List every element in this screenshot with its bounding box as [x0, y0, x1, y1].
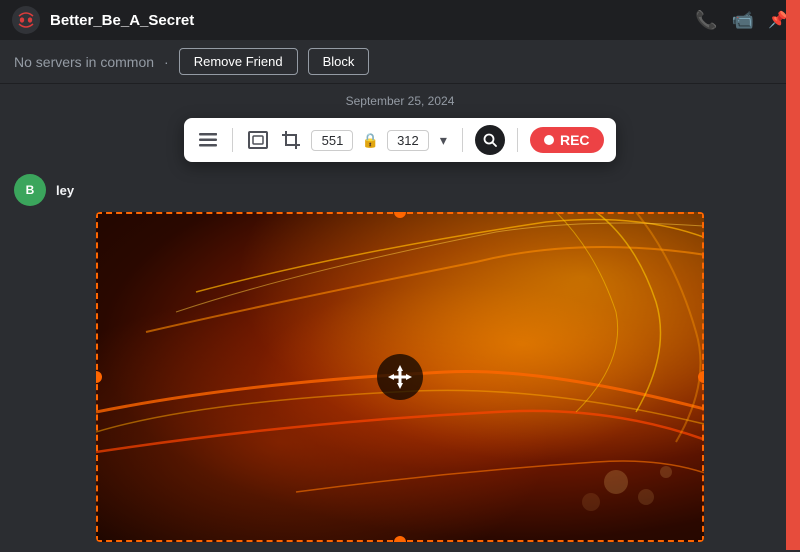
date-separator: September 25, 2024 — [0, 84, 800, 114]
search-button[interactable] — [475, 125, 505, 155]
capture-wrapper[interactable] — [96, 212, 704, 542]
frame-select-button[interactable] — [245, 129, 271, 151]
discord-logo-icon — [12, 6, 40, 34]
video-icon[interactable]: 📹 — [732, 10, 754, 31]
pin-icon[interactable]: 📌 — [768, 10, 788, 30]
capture-image — [96, 212, 704, 542]
phone-icon[interactable]: 📞 — [695, 10, 717, 31]
width-input-group — [311, 130, 353, 151]
title-bar: Better_Be_A_Secret 📞 📹 📌 — [0, 0, 800, 40]
chevron-down-button[interactable]: ▾ — [437, 130, 450, 151]
message-username: ley — [56, 183, 74, 198]
title-bar-actions: 📞 📹 📌 — [695, 10, 788, 31]
avatar: B — [14, 174, 46, 206]
right-sidebar-strip — [786, 0, 800, 550]
height-input[interactable] — [387, 130, 429, 151]
divider-2 — [462, 128, 463, 152]
screen-share-toolbar: 🔒 ▾ REC — [184, 118, 615, 162]
rec-button[interactable]: REC — [530, 127, 604, 153]
divider-3 — [517, 128, 518, 152]
title-bar-username: Better_Be_A_Secret — [50, 12, 685, 29]
date-text: September 25, 2024 — [346, 94, 455, 108]
width-input[interactable] — [311, 130, 353, 151]
rec-dot — [544, 135, 554, 145]
handle-bottom[interactable] — [394, 536, 406, 542]
crop-button[interactable] — [279, 129, 303, 151]
height-input-group — [387, 130, 429, 151]
remove-friend-button[interactable]: Remove Friend — [179, 48, 298, 75]
no-servers-label: No servers in common — [14, 54, 154, 70]
dot-separator: · — [164, 54, 169, 70]
toolbar-container: 🔒 ▾ REC — [0, 114, 800, 170]
lines-icon-button[interactable] — [196, 131, 220, 149]
avatar-row: B ley — [0, 170, 800, 212]
sub-bar: No servers in common · Remove Friend Blo… — [0, 40, 800, 84]
block-button[interactable]: Block — [308, 48, 370, 75]
move-cursor-icon[interactable] — [377, 354, 423, 400]
content-area — [0, 212, 800, 552]
lock-icon: 🔒 — [361, 132, 378, 149]
divider-1 — [232, 128, 233, 152]
rec-label: REC — [560, 132, 590, 148]
handle-right[interactable] — [698, 371, 704, 383]
avatar-initials: B — [26, 183, 35, 197]
